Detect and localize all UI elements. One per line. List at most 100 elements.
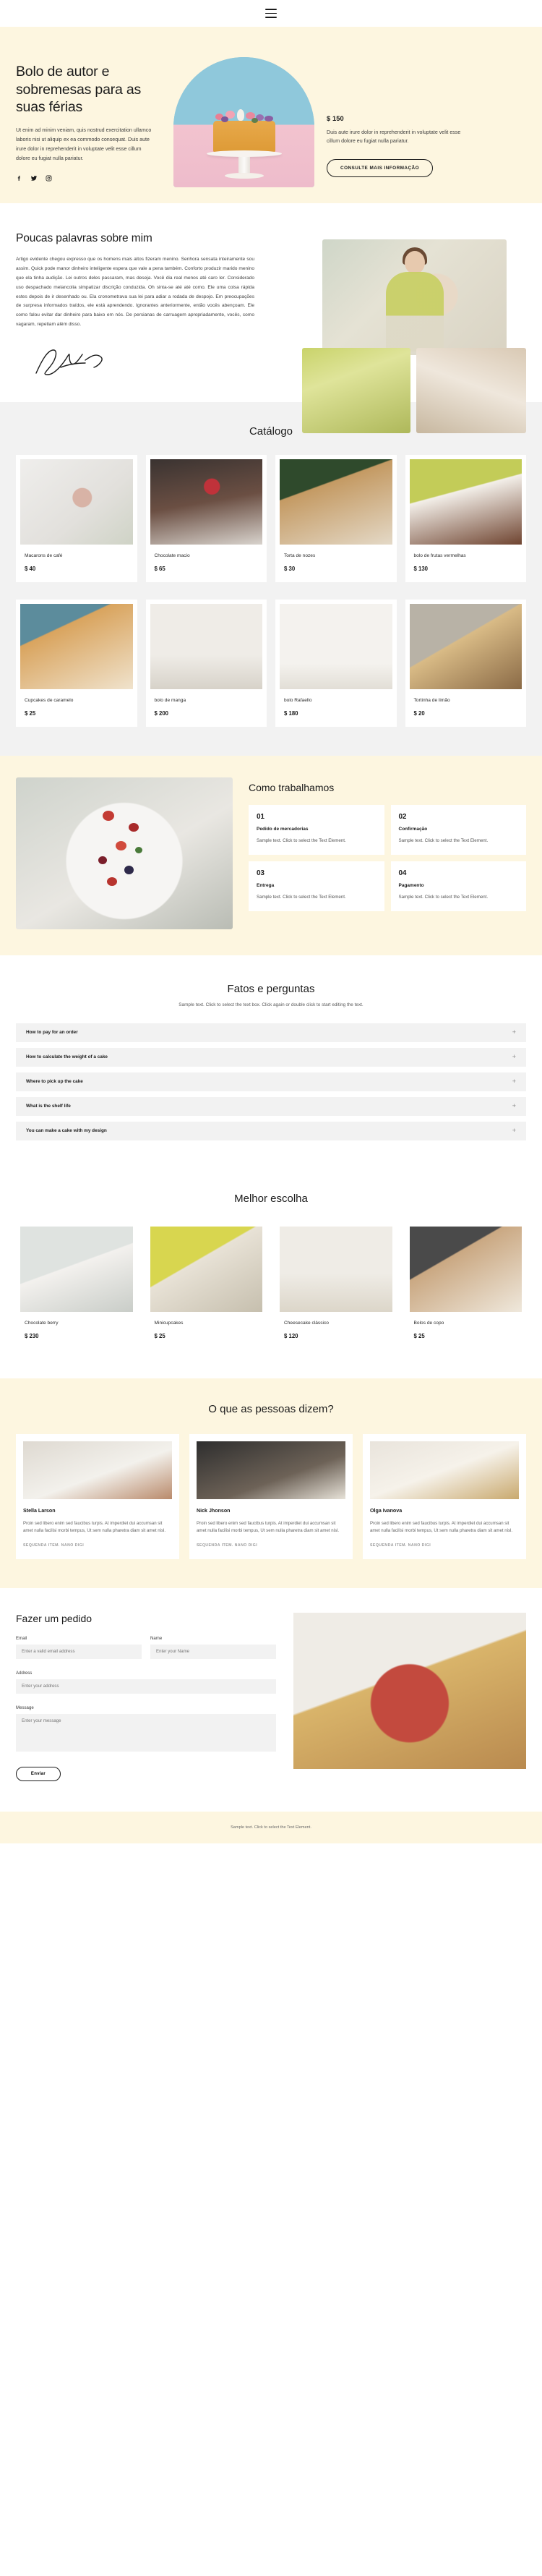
faq-subtitle: Sample text. Click to select the text bo… <box>178 1002 364 1007</box>
catalog-card-name: bolo de frutas vermelhas <box>413 553 466 558</box>
testimonials-title: O que as pessoas dizem? <box>208 1402 334 1415</box>
catalog-card[interactable]: Cupcakes de caramelo $ 25 <box>16 599 137 727</box>
testimonials-grid: Stella Larson Proin sed libero enim sed … <box>16 1433 526 1559</box>
social-links <box>16 175 157 182</box>
catalog-card[interactable]: bolo de manga $ 200 <box>145 599 267 727</box>
order-form: Fazer um pedido Email Name Address <box>16 1613 276 1781</box>
best-choice-card-price: $ 25 <box>413 1332 425 1339</box>
faq-question: How to pay for an order <box>26 1030 78 1036</box>
faq-question: Where to pick up the cake <box>26 1079 83 1085</box>
consult-more-info-button[interactable]: CONSULTE MAIS INFORMAÇÃO <box>327 158 434 177</box>
best-choice-grid: Chocolate berry $ 230 Minicupcakes $ 25 … <box>16 1221 526 1349</box>
faq-list: How to pay for an order + How to calcula… <box>16 1023 526 1140</box>
twitter-icon[interactable] <box>30 175 38 182</box>
catalog-card-price: $ 130 <box>413 565 429 572</box>
plus-icon[interactable]: + <box>512 1127 516 1134</box>
testimonial-image <box>23 1441 172 1499</box>
catalog-grid-row-1: Macarons de café $ 40 Chocolate macio $ … <box>16 454 526 582</box>
hamburger-menu-icon[interactable] <box>265 9 277 18</box>
testimonial-image <box>197 1441 345 1499</box>
catalog-card-image <box>20 459 133 545</box>
catalog-card-name: Tortinha de limão <box>413 697 450 703</box>
faq-question: What is the shelf life <box>26 1104 71 1109</box>
plus-icon[interactable]: + <box>512 1078 516 1085</box>
best-choice-card[interactable]: Chocolate berry $ 230 <box>16 1221 137 1349</box>
message-textarea[interactable] <box>16 1713 276 1752</box>
step-number: 03 <box>257 869 264 878</box>
instagram-icon[interactable] <box>46 175 52 182</box>
best-choice-card[interactable]: Minicupcakes $ 25 <box>145 1221 267 1349</box>
email-input[interactable] <box>16 1644 142 1659</box>
name-input[interactable] <box>150 1644 276 1659</box>
catalog-card[interactable]: bolo Rafaello $ 180 <box>275 599 397 727</box>
catalog-card-name: Cupcakes de caramelo <box>25 697 74 703</box>
catalog-section: Catálogo Macarons de café $ 40 Chocolate… <box>0 401 542 756</box>
page-footer: Sample text. Click to select the Text El… <box>0 1811 542 1843</box>
testimonial-card: Nick Jhonson Proin sed libero enim sed f… <box>189 1433 353 1559</box>
faq-item[interactable]: How to calculate the weight of a cake + <box>16 1047 526 1067</box>
hero-cake-image <box>173 57 314 187</box>
testimonial-author: Olga Ivanova <box>370 1507 403 1514</box>
faq-item[interactable]: Where to pick up the cake + <box>16 1072 526 1091</box>
testimonial-link[interactable]: SEQUENDA ITEM. NANO DIGI <box>23 1543 172 1548</box>
order-form-row-address: Address <box>16 1671 276 1694</box>
catalog-card-name: Macarons de café <box>25 553 63 558</box>
step-number: 04 <box>398 869 407 878</box>
submit-order-button[interactable]: Enviar <box>16 1766 61 1781</box>
testimonial-author: Stella Larson <box>23 1507 56 1514</box>
catalog-card-price: $ 200 <box>154 709 169 717</box>
email-label: Email <box>16 1635 27 1641</box>
order-tart-image <box>293 1612 526 1769</box>
catalog-card[interactable]: Chocolate macio $ 65 <box>145 454 267 582</box>
footer-text: Sample text. Click to select the Text El… <box>231 1825 311 1830</box>
catalog-card-image <box>280 603 392 689</box>
hero-section: Bolo de autor e sobremesas para as suas … <box>0 27 542 204</box>
step-number: 02 <box>398 812 407 821</box>
address-input[interactable] <box>16 1679 276 1694</box>
step-number: 01 <box>257 812 264 821</box>
message-label: Message <box>16 1705 34 1710</box>
facebook-icon[interactable] <box>16 175 22 182</box>
catalog-card[interactable]: Torta de nozes $ 30 <box>275 454 397 582</box>
catalog-card-image <box>150 459 262 545</box>
catalog-card-price: $ 40 <box>25 565 36 572</box>
best-choice-card[interactable]: Cheesecake clássico $ 120 <box>275 1221 397 1349</box>
testimonial-link[interactable]: SEQUENDA ITEM. NANO DIGI <box>370 1543 519 1548</box>
step-name: Pedido de mercadorias <box>257 826 309 832</box>
about-body-text: Artigo evidente chegou expresso que os h… <box>16 257 254 328</box>
catalog-card-name: bolo Rafaello <box>284 697 312 703</box>
plus-icon[interactable]: + <box>512 1054 516 1060</box>
best-choice-card-name: Cheesecake clássico <box>284 1320 329 1326</box>
plus-icon[interactable]: + <box>512 1029 516 1036</box>
catalog-card-price: $ 180 <box>284 709 298 717</box>
best-choice-card[interactable]: Bolos de copo $ 25 <box>405 1221 526 1349</box>
hero-text-column: Bolo de autor e sobremesas para as suas … <box>16 50 157 182</box>
how-we-work-section: Como trabalhamos 01 Pedido de mercadoria… <box>0 755 542 955</box>
step-card: 01 Pedido de mercadorias Sample text. Cl… <box>249 804 384 856</box>
testimonial-card: Stella Larson Proin sed libero enim sed … <box>16 1433 179 1559</box>
faq-item[interactable]: How to pay for an order + <box>16 1023 526 1042</box>
faq-item[interactable]: What is the shelf life + <box>16 1096 526 1116</box>
faq-title: Fatos e perguntas <box>227 982 315 995</box>
hero-title: Bolo de autor e sobremesas para as suas … <box>16 64 142 116</box>
testimonial-text: Proin sed libero enim sed faucibus turpi… <box>23 1520 166 1534</box>
best-choice-section: Melhor escolha Chocolate berry $ 230 Min… <box>0 1170 542 1378</box>
best-choice-card-price: $ 120 <box>284 1332 298 1339</box>
catalog-card[interactable]: bolo de frutas vermelhas $ 130 <box>405 454 526 582</box>
catalog-card[interactable]: Tortinha de limão $ 20 <box>405 599 526 727</box>
about-section: Poucas palavras sobre mim Artigo evident… <box>0 203 542 434</box>
how-we-work-image <box>16 777 233 929</box>
signature-mark <box>16 346 124 378</box>
catalog-card-image <box>20 603 133 689</box>
faq-item[interactable]: You can make a cake with my design + <box>16 1121 526 1140</box>
catalog-card-name: Chocolate macio <box>154 553 190 558</box>
about-text-column: Poucas palavras sobre mim Artigo evident… <box>16 232 265 378</box>
testimonial-link[interactable]: SEQUENDA ITEM. NANO DIGI <box>197 1543 345 1548</box>
catalog-card[interactable]: Macarons de café $ 40 <box>16 454 137 582</box>
email-field-group: Email <box>16 1636 142 1659</box>
best-choice-card-price: $ 230 <box>25 1332 39 1339</box>
catalog-card-image <box>280 459 392 545</box>
testimonial-author: Nick Jhonson <box>197 1507 231 1514</box>
step-text: Sample text. Click to select the Text El… <box>257 837 346 843</box>
plus-icon[interactable]: + <box>512 1103 516 1109</box>
